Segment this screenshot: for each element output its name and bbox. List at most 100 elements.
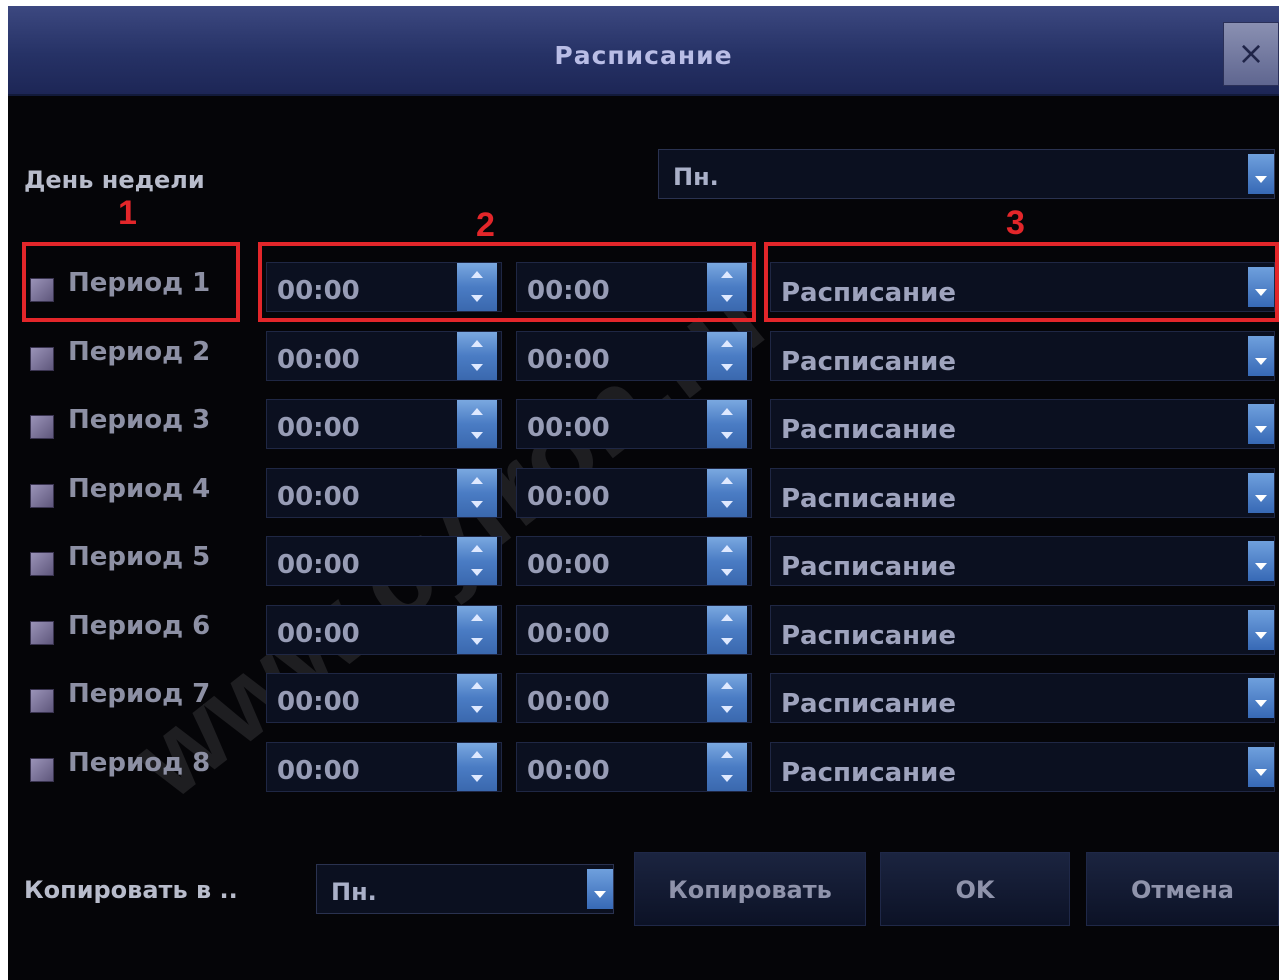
period-start-time[interactable]: 00:00 <box>266 742 502 792</box>
highlight-checkbox-column <box>22 242 240 322</box>
arrow-up-icon[interactable] <box>457 674 497 698</box>
chevron-down-icon <box>1248 404 1274 444</box>
start-time-value: 00:00 <box>277 756 360 786</box>
annotation-1: 1 <box>118 194 137 232</box>
period-mode-select[interactable]: Расписание <box>770 673 1275 723</box>
arrow-up-icon[interactable] <box>707 606 747 630</box>
arrow-down-icon[interactable] <box>457 424 497 448</box>
start-time-spinner[interactable] <box>457 674 497 722</box>
arrow-up-icon[interactable] <box>457 743 497 767</box>
period-end-time[interactable]: 00:00 <box>516 673 752 723</box>
dialog-title: Расписание <box>554 41 733 70</box>
ok-button[interactable]: OK <box>880 852 1070 926</box>
period-mode-select[interactable]: Расписание <box>770 468 1275 518</box>
start-time-spinner[interactable] <box>457 332 497 380</box>
arrow-down-icon[interactable] <box>707 767 747 791</box>
weekday-select[interactable]: Пн. <box>658 149 1275 199</box>
end-time-spinner[interactable] <box>707 606 747 654</box>
period-checkbox[interactable] <box>30 621 54 645</box>
arrow-down-icon[interactable] <box>707 424 747 448</box>
arrow-up-icon[interactable] <box>457 400 497 424</box>
arrow-down-icon[interactable] <box>457 561 497 585</box>
close-icon: × <box>1237 34 1265 72</box>
arrow-down-icon[interactable] <box>707 561 747 585</box>
arrow-down-icon[interactable] <box>457 356 497 380</box>
end-time-spinner[interactable] <box>707 537 747 585</box>
arrow-up-icon[interactable] <box>707 469 747 493</box>
arrow-up-icon[interactable] <box>457 606 497 630</box>
end-time-spinner[interactable] <box>707 743 747 791</box>
arrow-down-icon[interactable] <box>457 630 497 654</box>
copy-button[interactable]: Копировать <box>634 852 866 926</box>
period-checkbox[interactable] <box>30 415 54 439</box>
start-time-spinner[interactable] <box>457 606 497 654</box>
period-end-time[interactable]: 00:00 <box>516 536 752 586</box>
period-checkbox[interactable] <box>30 347 54 371</box>
period-mode-select[interactable]: Расписание <box>770 331 1275 381</box>
start-time-spinner[interactable] <box>457 537 497 585</box>
period-start-time[interactable]: 00:00 <box>266 536 502 586</box>
arrow-up-icon[interactable] <box>707 537 747 561</box>
arrow-up-icon[interactable] <box>707 332 747 356</box>
period-start-time[interactable]: 00:00 <box>266 468 502 518</box>
period-mode-select[interactable]: Расписание <box>770 536 1275 586</box>
arrow-up-icon[interactable] <box>457 469 497 493</box>
period-start-time[interactable]: 00:00 <box>266 605 502 655</box>
period-end-time[interactable]: 00:00 <box>516 468 752 518</box>
period-end-time[interactable]: 00:00 <box>516 331 752 381</box>
chevron-down-icon <box>1248 473 1274 513</box>
period-label: Период 4 <box>68 474 211 504</box>
copy-target-value: Пн. <box>331 878 377 906</box>
period-end-time[interactable]: 00:00 <box>516 605 752 655</box>
mode-value: Расписание <box>781 552 956 582</box>
start-time-value: 00:00 <box>277 413 360 443</box>
arrow-up-icon[interactable] <box>707 743 747 767</box>
annotation-2: 2 <box>476 206 495 244</box>
period-end-time[interactable]: 00:00 <box>516 742 752 792</box>
start-time-spinner[interactable] <box>457 400 497 448</box>
chevron-down-icon <box>1248 336 1274 376</box>
start-time-value: 00:00 <box>277 482 360 512</box>
mode-value: Расписание <box>781 621 956 651</box>
chevron-down-icon <box>1248 678 1274 718</box>
arrow-up-icon[interactable] <box>457 537 497 561</box>
period-mode-select[interactable]: Расписание <box>770 399 1275 449</box>
arrow-down-icon[interactable] <box>457 493 497 517</box>
end-time-spinner[interactable] <box>707 332 747 380</box>
period-end-time[interactable]: 00:00 <box>516 399 752 449</box>
start-time-spinner[interactable] <box>457 469 497 517</box>
period-checkbox[interactable] <box>30 758 54 782</box>
arrow-down-icon[interactable] <box>707 493 747 517</box>
end-time-spinner[interactable] <box>707 469 747 517</box>
arrow-up-icon[interactable] <box>457 332 497 356</box>
period-checkbox[interactable] <box>30 552 54 576</box>
period-checkbox[interactable] <box>30 689 54 713</box>
end-time-value: 00:00 <box>527 756 610 786</box>
period-mode-select[interactable]: Расписание <box>770 605 1275 655</box>
arrow-down-icon[interactable] <box>707 698 747 722</box>
arrow-down-icon[interactable] <box>707 630 747 654</box>
end-time-value: 00:00 <box>527 619 610 649</box>
close-button[interactable]: × <box>1223 22 1279 86</box>
mode-value: Расписание <box>781 689 956 719</box>
arrow-down-icon[interactable] <box>457 698 497 722</box>
cancel-button[interactable]: Отмена <box>1086 852 1279 926</box>
arrow-down-icon[interactable] <box>457 767 497 791</box>
annotation-3: 3 <box>1006 204 1025 242</box>
weekday-label: День недели <box>24 166 205 194</box>
period-start-time[interactable]: 00:00 <box>266 399 502 449</box>
arrow-up-icon[interactable] <box>707 400 747 424</box>
period-checkbox[interactable] <box>30 484 54 508</box>
arrow-up-icon[interactable] <box>707 674 747 698</box>
period-start-time[interactable]: 00:00 <box>266 331 502 381</box>
arrow-down-icon[interactable] <box>707 356 747 380</box>
start-time-spinner[interactable] <box>457 743 497 791</box>
end-time-spinner[interactable] <box>707 400 747 448</box>
copy-target-select[interactable]: Пн. <box>316 864 614 914</box>
period-label: Период 2 <box>68 337 211 367</box>
title-bar: Расписание × <box>8 6 1279 96</box>
period-mode-select[interactable]: Расписание <box>770 742 1275 792</box>
period-start-time[interactable]: 00:00 <box>266 673 502 723</box>
end-time-value: 00:00 <box>527 550 610 580</box>
end-time-spinner[interactable] <box>707 674 747 722</box>
